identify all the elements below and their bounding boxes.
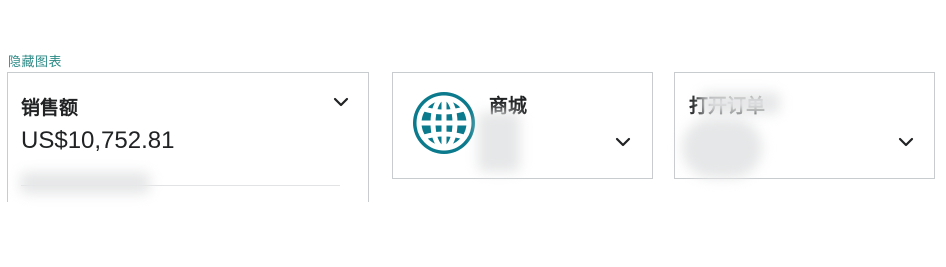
redacted-area bbox=[478, 112, 520, 172]
chevron-down-icon bbox=[615, 137, 631, 147]
redacted-area bbox=[20, 172, 150, 194]
open-orders-dropdown-chevron[interactable] bbox=[898, 136, 914, 148]
chevron-down-icon bbox=[333, 97, 349, 107]
chevron-down-icon bbox=[898, 137, 914, 147]
hide-charts-link[interactable]: 隐藏图表 bbox=[8, 51, 62, 70]
redacted-area bbox=[700, 92, 780, 114]
globe-icon bbox=[413, 92, 475, 154]
sales-dropdown-chevron[interactable] bbox=[333, 96, 349, 108]
store-card[interactable]: 商城 bbox=[392, 72, 653, 179]
dashboard-overview: 隐藏图表 销售额 US$10,752.81 商城 bbox=[0, 0, 946, 267]
sales-card-title: 销售额 bbox=[21, 98, 79, 119]
store-dropdown-chevron[interactable] bbox=[615, 136, 631, 148]
sales-total-value: US$10,752.81 bbox=[21, 127, 175, 154]
redacted-area bbox=[682, 118, 762, 178]
